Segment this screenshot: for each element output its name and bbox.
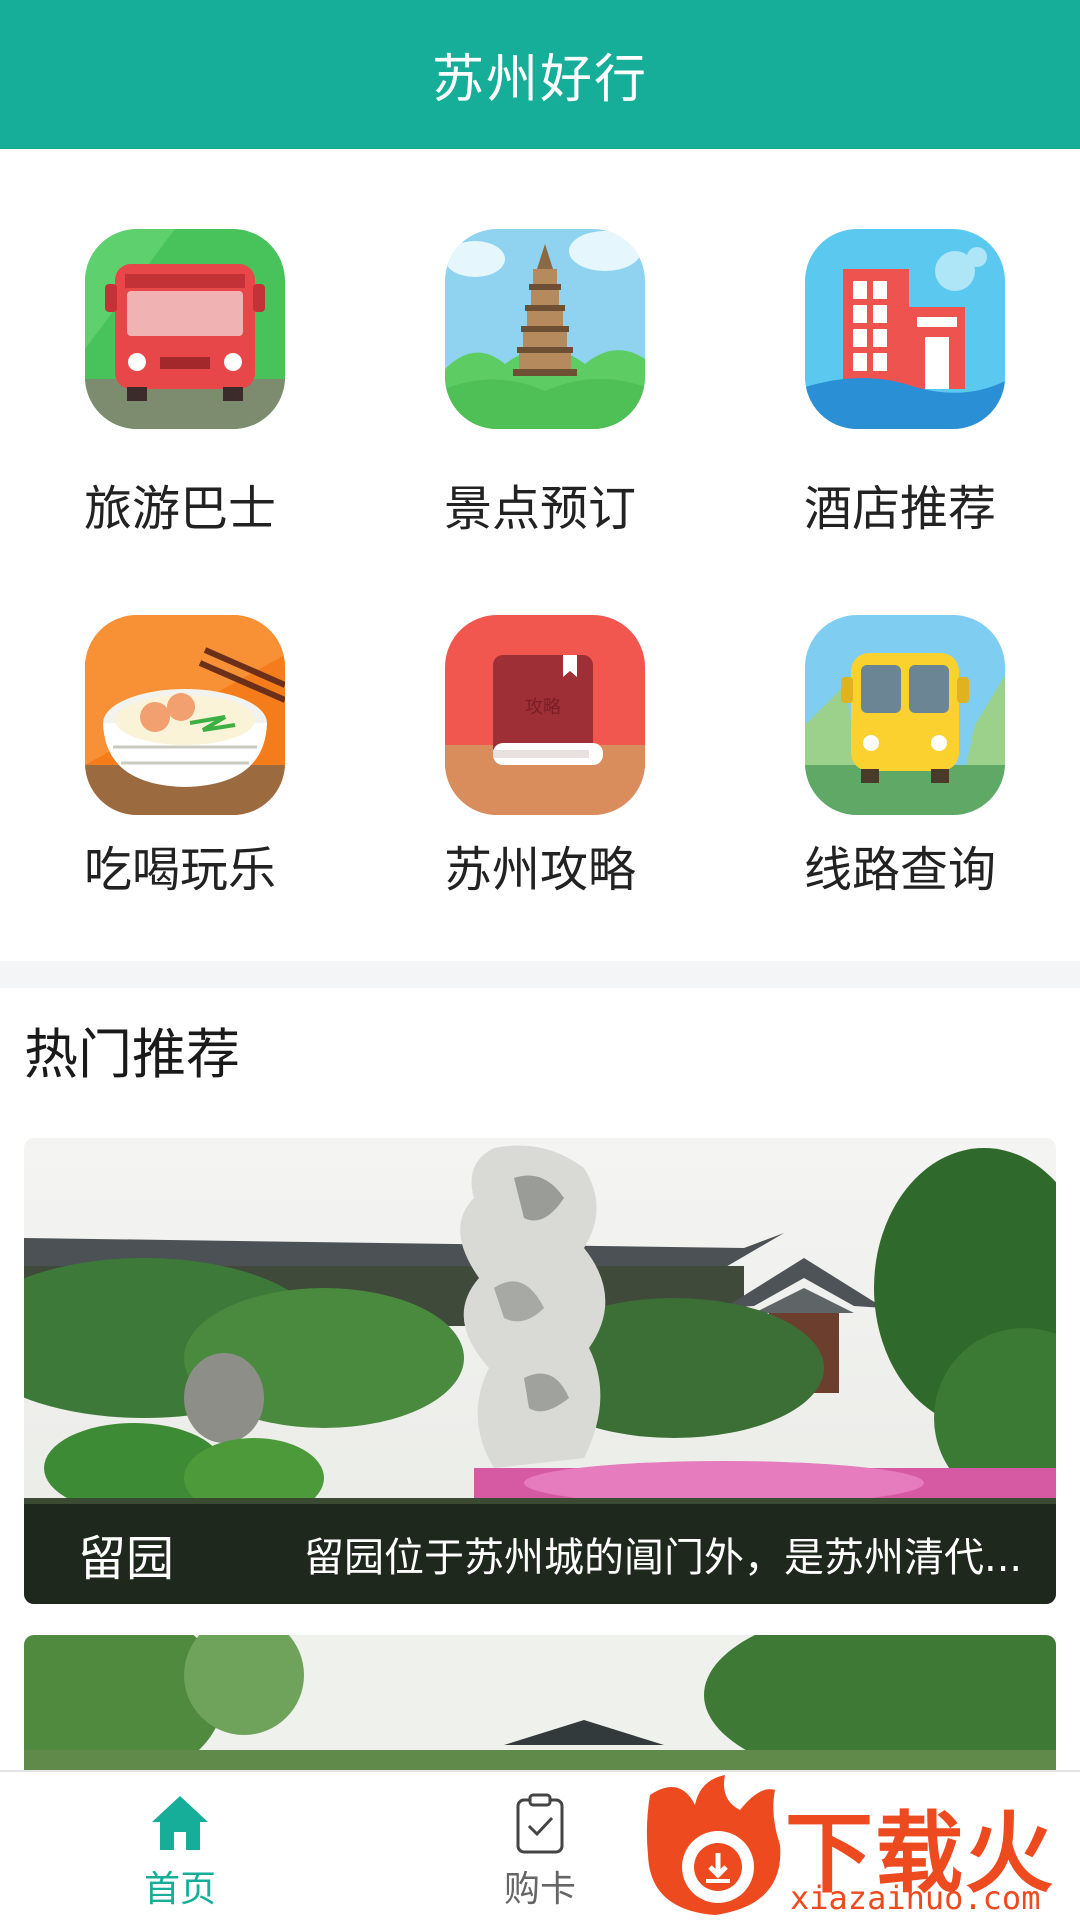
- route-bus-icon: [805, 615, 1005, 815]
- grid-item-label: 酒店推荐: [803, 481, 996, 537]
- grid-item-label: 苏州攻略: [443, 842, 636, 898]
- hotel-icon: [805, 229, 1005, 429]
- app-title: 苏州好行: [431, 50, 648, 110]
- section-divider: [0, 961, 1080, 988]
- watermark-url: xiazaihuo.com: [790, 1879, 1041, 1917]
- grid-item-label: 吃喝玩乐: [83, 842, 276, 898]
- recommend-card[interactable]: 留园 留园位于苏州城的阊门外，是苏州清代...: [24, 1138, 1056, 1604]
- flame-logo-icon: [646, 1775, 781, 1915]
- clipboard-check-icon: [516, 1793, 564, 1854]
- grid-item-label: 景点预订: [443, 481, 636, 537]
- card-title: 留园: [78, 1531, 175, 1587]
- grid-item-attractions[interactable]: 景点预订: [360, 149, 720, 555]
- app-screen: 苏州好行 旅游巴士 景点预订 酒店推荐 吃喝玩乐 攻略 苏州攻略 线路查询 热门…: [0, 0, 1080, 1920]
- grid-item-label: 线路查询: [803, 842, 996, 898]
- card-description: 留园位于苏州城的阊门外，是苏州清代...: [304, 1535, 1023, 1581]
- garden-photo: [24, 1635, 1056, 1770]
- hot-section-title: 热门推荐: [24, 1023, 240, 1086]
- grid-item-routes[interactable]: 线路查询: [720, 555, 1080, 961]
- watermark: 下载火 xiazaihuo.com: [640, 1775, 1080, 1920]
- tour-bus-icon: [85, 229, 285, 429]
- pagoda-icon: [445, 229, 645, 429]
- home-icon: [152, 1796, 208, 1850]
- grid-item-tour-bus[interactable]: 旅游巴士: [0, 149, 360, 555]
- food-bowl-icon: [85, 615, 285, 815]
- feature-grid: 旅游巴士 景点预订 酒店推荐 吃喝玩乐 攻略 苏州攻略 线路查询: [0, 149, 1080, 961]
- svg-text:攻略: 攻略: [525, 697, 561, 718]
- grid-item-guide[interactable]: 攻略 苏州攻略: [360, 555, 720, 961]
- top-app-bar: 苏州好行: [0, 0, 1080, 149]
- recommend-card[interactable]: [24, 1635, 1056, 1770]
- card-caption: 留园 留园位于苏州城的阊门外，是苏州清代...: [24, 1504, 1056, 1604]
- grid-item-hotel[interactable]: 酒店推荐: [720, 149, 1080, 555]
- nav-label-home: 首页: [143, 1869, 216, 1910]
- nav-tab-home[interactable]: 首页: [0, 1772, 360, 1920]
- grid-item-label: 旅游巴士: [83, 481, 276, 537]
- grid-item-food[interactable]: 吃喝玩乐: [0, 555, 360, 961]
- guide-book-icon: 攻略: [445, 615, 645, 815]
